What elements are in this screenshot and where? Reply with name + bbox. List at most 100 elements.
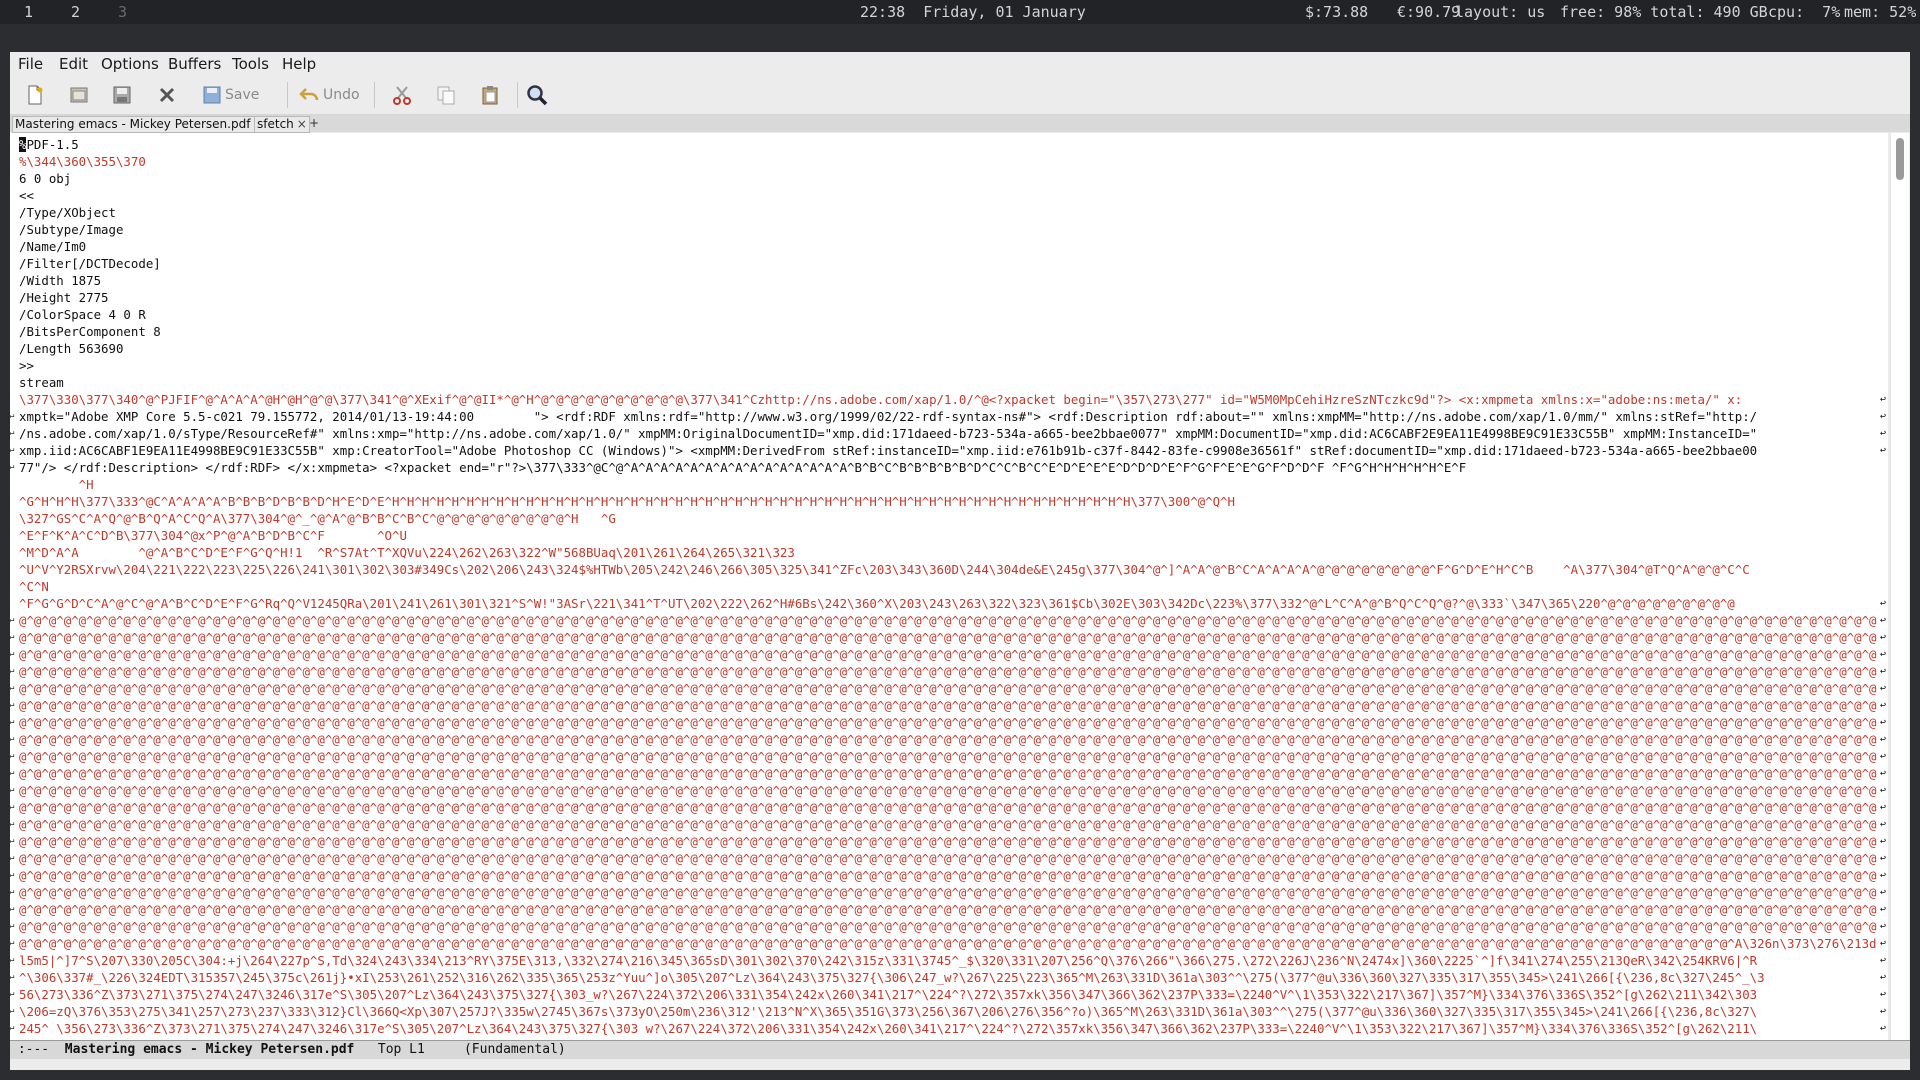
buffer-lines: %PDF-1.5 %\344\360\355\370 6 0 obj << /Type/…: [10, 136, 1888, 1037]
line-wrap-arrow-icon: ↩: [1879, 598, 1886, 609]
menu-bar: File Edit Options Buffers Tools Help: [10, 52, 1910, 76]
buffer-line-text: %\344\360\355\370: [19, 154, 146, 169]
buffer-line[interactable]: ^M^D^A^A ^@^A^B^C^D^E^F^G^Q^H!1 ^R^S7At^…: [10, 544, 1888, 561]
buffer-line[interactable]: /Filter[/DCTDecode]: [10, 255, 1888, 272]
buffer-line[interactable]: xmptk="Adobe XMP Core 5.5-c021 79.155772…: [10, 408, 1888, 425]
buffer-line[interactable]: >>: [10, 357, 1888, 374]
buffer-line[interactable]: @^@^@^@^@^@^@^@^@^@^@^@^@^@^@^@^@^@^@^@^…: [10, 646, 1888, 663]
buffer-line-text: @^@^@^@^@^@^@^@^@^@^@^@^@^@^@^@^@^@^@^@^…: [19, 936, 1877, 951]
undo-button[interactable]: Undo: [298, 82, 360, 108]
vertical-scrollbar[interactable]: [1890, 133, 1909, 1040]
line-wrap-arrow-icon: ↩: [1879, 819, 1886, 830]
buffer-line[interactable]: @^@^@^@^@^@^@^@^@^@^@^@^@^@^@^@^@^@^@^@^…: [10, 918, 1888, 935]
modeline-buffer-name[interactable]: Mastering emacs - Mickey Petersen.pdf: [65, 1042, 355, 1057]
buffer-line[interactable]: @^@^@^@^@^@^@^@^@^@^@^@^@^@^@^@^@^@^@^@^…: [10, 816, 1888, 833]
tab-sfetch[interactable]: sfetch ×: [254, 116, 310, 133]
modeline-major-mode[interactable]: (Fundamental): [425, 1042, 566, 1057]
buffer-line[interactable]: @^@^@^@^@^@^@^@^@^@^@^@^@^@^@^@^@^@^@^@^…: [10, 901, 1888, 918]
buffer-line-text: ^H: [19, 477, 94, 492]
menu-file[interactable]: File: [18, 52, 43, 76]
buffer-line[interactable]: @^@^@^@^@^@^@^@^@^@^@^@^@^@^@^@^@^@^@^@^…: [10, 612, 1888, 629]
workspace-1[interactable]: 1: [24, 0, 33, 24]
buffer-line[interactable]: stream: [10, 374, 1888, 391]
buffer-line[interactable]: @^@^@^@^@^@^@^@^@^@^@^@^@^@^@^@^@^@^@^@^…: [10, 714, 1888, 731]
buffer-line[interactable]: /Subtype/Image: [10, 221, 1888, 238]
open-file-button[interactable]: [68, 82, 90, 108]
buffer-line[interactable]: xmp.iid:AC6CABF1E9EA11E4998BE9C91E33C55B…: [10, 442, 1888, 459]
buffer-line-text: \206=zQ\376\353\275\341\257\273\237\333\…: [19, 1004, 1758, 1019]
buffer-line-text: ^F^G^G^D^C^A^@^C^@^A^B^C^D^E^F^G^Rq^Q^V1…: [19, 596, 1735, 611]
buffer-line[interactable]: @^@^@^@^@^@^@^@^@^@^@^@^@^@^@^@^@^@^@^@^…: [10, 680, 1888, 697]
buffer-line[interactable]: ^E^F^K^A^C^D^B\377\304^@x^P^@^A^B^D^B^C^…: [10, 527, 1888, 544]
menu-options[interactable]: Options: [101, 52, 159, 76]
buffer-line[interactable]: @^@^@^@^@^@^@^@^@^@^@^@^@^@^@^@^@^@^@^@^…: [10, 799, 1888, 816]
buffer-text-area[interactable]: %PDF-1.5 %\344\360\355\370 6 0 obj << /Type/…: [10, 133, 1888, 1040]
buffer-line[interactable]: @^@^@^@^@^@^@^@^@^@^@^@^@^@^@^@^@^@^@^@^…: [10, 850, 1888, 867]
open-folder-icon: [70, 87, 88, 103]
buffer-line[interactable]: /ns.adobe.com/xap/1.0/sType/ResourceRef#…: [10, 425, 1888, 442]
workspace-2[interactable]: 2: [71, 0, 80, 24]
tab-mastering-emacs[interactable]: Mastering emacs - Mickey Petersen.pdf×: [12, 116, 267, 133]
new-file-button[interactable]: [24, 82, 46, 108]
buffer-line[interactable]: \327^GS^C^A^Q^@^B^Q^A^C^Q^A\377\304^@^_^…: [10, 510, 1888, 527]
buffer-line[interactable]: /Height 2775: [10, 289, 1888, 306]
buffer-line[interactable]: 245^ \356\273\336^Z\373\271\375\274\247\…: [10, 1020, 1888, 1037]
buffer-line[interactable]: ^U^V^Y2RSXrvw\204\221\222\223\225\226\24…: [10, 561, 1888, 578]
workspace-3[interactable]: 3: [118, 0, 127, 24]
buffer-line[interactable]: l5m5|^]7^S\207\330\205C\304:+j\264\227p^…: [10, 952, 1888, 969]
buffer-line[interactable]: \206=zQ\376\353\275\341\257\273\237\333\…: [10, 1003, 1888, 1020]
copy-button[interactable]: [435, 82, 457, 108]
save-disk-button[interactable]: [111, 82, 133, 108]
save-button[interactable]: Save: [202, 82, 259, 108]
buffer-line-text: /Filter[/DCTDecode]: [19, 256, 161, 271]
new-tab-button[interactable]: +: [309, 115, 319, 132]
buffer-line[interactable]: ^F^G^G^D^C^A^@^C^@^A^B^C^D^E^F^G^Rq^Q^V1…: [10, 595, 1888, 612]
close-buffer-button[interactable]: [157, 82, 177, 108]
buffer-line[interactable]: %\344\360\355\370: [10, 153, 1888, 170]
menu-help[interactable]: Help: [282, 52, 316, 76]
buffer-line[interactable]: @^@^@^@^@^@^@^@^@^@^@^@^@^@^@^@^@^@^@^@^…: [10, 697, 1888, 714]
buffer-line[interactable]: %PDF-1.5: [10, 136, 1888, 153]
buffer-line[interactable]: ^C^N: [10, 578, 1888, 595]
buffer-line[interactable]: /Length 563690: [10, 340, 1888, 357]
line-wrap-arrow-icon: ↩: [1879, 751, 1886, 762]
buffer-line[interactable]: /Width 1875: [10, 272, 1888, 289]
usd-rate: $:73.88: [1305, 3, 1369, 21]
buffer-line[interactable]: @^@^@^@^@^@^@^@^@^@^@^@^@^@^@^@^@^@^@^@^…: [10, 833, 1888, 850]
tool-bar: Save Undo: [10, 76, 1910, 115]
buffer-line[interactable]: @^@^@^@^@^@^@^@^@^@^@^@^@^@^@^@^@^@^@^@^…: [10, 731, 1888, 748]
menu-buffers[interactable]: Buffers: [168, 52, 221, 76]
buffer-line[interactable]: 56\273\336^Z\373\271\375\274\247\3246\31…: [10, 986, 1888, 1003]
buffer-line[interactable]: <<: [10, 187, 1888, 204]
menu-tools[interactable]: Tools: [232, 52, 269, 76]
buffer-line[interactable]: @^@^@^@^@^@^@^@^@^@^@^@^@^@^@^@^@^@^@^@^…: [10, 867, 1888, 884]
paste-button[interactable]: [479, 82, 501, 108]
buffer-line[interactable]: \377\330\377\340^@^PJFIF^@^A^A^A^@H^@H^@…: [10, 391, 1888, 408]
buffer-line[interactable]: 77"/> </rdf:Description> </rdf:RDF> </x:…: [10, 459, 1888, 476]
undo-icon: [299, 88, 319, 101]
buffer-line[interactable]: @^@^@^@^@^@^@^@^@^@^@^@^@^@^@^@^@^@^@^@^…: [10, 782, 1888, 799]
buffer-line[interactable]: @^@^@^@^@^@^@^@^@^@^@^@^@^@^@^@^@^@^@^@^…: [10, 663, 1888, 680]
buffer-line[interactable]: @^@^@^@^@^@^@^@^@^@^@^@^@^@^@^@^@^@^@^@^…: [10, 629, 1888, 646]
buffer-line[interactable]: /Type/XObject: [10, 204, 1888, 221]
buffer-line-text: /Width 1875: [19, 273, 102, 288]
buffer-line[interactable]: /Name/Im0: [10, 238, 1888, 255]
buffer-line[interactable]: @^@^@^@^@^@^@^@^@^@^@^@^@^@^@^@^@^@^@^@^…: [10, 935, 1888, 952]
buffer-line[interactable]: @^@^@^@^@^@^@^@^@^@^@^@^@^@^@^@^@^@^@^@^…: [10, 748, 1888, 765]
buffer-line[interactable]: ^H: [10, 476, 1888, 493]
line-wrap-arrow-icon: ↩: [1879, 615, 1886, 626]
menu-edit[interactable]: Edit: [59, 52, 88, 76]
line-wrap-arrow-icon: ↩: [1879, 428, 1886, 439]
cut-button[interactable]: [391, 82, 413, 108]
buffer-line[interactable]: /BitsPerComponent 8: [10, 323, 1888, 340]
buffer-line[interactable]: /ColorSpace 4 0 R: [10, 306, 1888, 323]
scrollbar-thumb[interactable]: [1896, 138, 1904, 180]
buffer-line-text: @^@^@^@^@^@^@^@^@^@^@^@^@^@^@^@^@^@^@^@^…: [19, 766, 1877, 781]
buffer-line[interactable]: ^\306\337#_\226\324EDT\315357\245\375c\2…: [10, 969, 1888, 986]
buffer-line[interactable]: ^G^H^H^H\377\333^@C^A^A^A^A^B^B^B^D^B^B^…: [10, 493, 1888, 510]
buffer-line[interactable]: @^@^@^@^@^@^@^@^@^@^@^@^@^@^@^@^@^@^@^@^…: [10, 884, 1888, 901]
buffer-line[interactable]: @^@^@^@^@^@^@^@^@^@^@^@^@^@^@^@^@^@^@^@^…: [10, 765, 1888, 782]
buffer-line[interactable]: 6 0 obj: [10, 170, 1888, 187]
tab-close-icon[interactable]: ×: [297, 117, 307, 131]
search-button[interactable]: [525, 82, 549, 108]
